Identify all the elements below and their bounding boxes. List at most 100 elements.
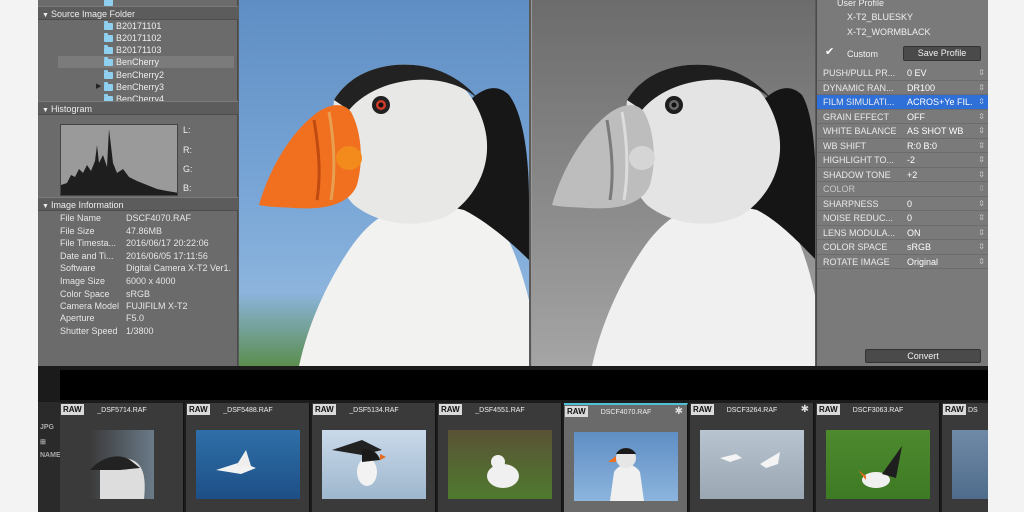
section-title: Image Information xyxy=(50,200,124,210)
name-toggle[interactable]: NAME xyxy=(40,452,61,459)
folder-item[interactable]: B20171102 xyxy=(58,32,234,44)
thumbnail-image xyxy=(952,430,988,499)
param-name: DYNAMIC RAN... xyxy=(823,82,894,93)
source-folder-header[interactable]: ▼ Source Image Folder xyxy=(38,6,238,20)
thumbnail[interactable]: RAW DSCF3264.RAF ✱ xyxy=(690,403,814,512)
param-push-pull[interactable]: PUSH/PULL PR... 0 EV ⇳ xyxy=(817,66,988,81)
param-shadow-tone[interactable]: SHADOW TONE +2 ⇳ xyxy=(817,168,988,183)
folder-label: BenCherry xyxy=(116,57,160,67)
folder-item[interactable]: B20171101 xyxy=(58,20,234,32)
thumbnail-selected[interactable]: RAW DSCF4070.RAF ✱ xyxy=(564,403,688,512)
profile-item[interactable]: X-T2_WORMBLACK xyxy=(847,27,931,37)
thumbnail[interactable]: RAW _DSF5134.RAF xyxy=(312,403,436,512)
folder-label: B20171101 xyxy=(116,21,162,31)
star-icon[interactable]: ✱ xyxy=(801,404,809,415)
folder-item[interactable]: ▶ BenCherry3 xyxy=(58,81,234,93)
star-icon[interactable]: ✱ xyxy=(675,406,683,417)
user-profile-label: User Profile xyxy=(837,0,885,8)
param-name: COLOR xyxy=(823,184,856,194)
param-wb-shift[interactable]: WB SHIFT R:0 B:0 ⇳ xyxy=(817,139,988,154)
param-sharpness[interactable]: SHARPNESS 0 ⇳ xyxy=(817,197,988,212)
jpg-toggle[interactable]: JPG xyxy=(40,424,54,431)
info-key: Date and Ti... xyxy=(60,251,114,261)
info-value: 1/3800 xyxy=(126,326,154,336)
param-name: HIGHLIGHT TO... xyxy=(823,155,895,165)
param-name: COLOR SPACE xyxy=(823,242,888,252)
info-row: Shutter Speed 1/3800 xyxy=(60,325,236,337)
puffin-color-image xyxy=(259,64,529,366)
convert-button[interactable]: Convert xyxy=(865,349,981,363)
preview-converted[interactable] xyxy=(531,0,815,366)
param-lens-modulation[interactable]: LENS MODULA... ON ⇳ xyxy=(817,226,988,241)
param-color-space[interactable]: COLOR SPACE sRGB ⇳ xyxy=(817,240,988,255)
folder-label: BenCherry4 xyxy=(116,94,165,101)
thumbnail[interactable]: RAW _DSF4551.RAF xyxy=(438,403,562,512)
param-name: ROTATE IMAGE xyxy=(823,256,890,267)
thumbnail[interactable]: RAW DS xyxy=(942,403,988,512)
stepper-icon[interactable]: ⇳ xyxy=(978,197,985,212)
info-key: File Name xyxy=(60,213,102,223)
stepper-icon[interactable]: ⇳ xyxy=(978,110,985,125)
param-value: R:0 B:0 xyxy=(907,140,938,151)
info-key: Color Space xyxy=(60,289,110,299)
folder-icon xyxy=(104,70,113,79)
stepper-icon[interactable]: ⇳ xyxy=(978,81,985,96)
image-info-header[interactable]: ▼ Image Information xyxy=(38,197,238,211)
stepper-icon[interactable]: ⇳ xyxy=(978,255,985,270)
param-dynamic-range[interactable]: DYNAMIC RAN... DR100 ⇳ xyxy=(817,81,988,96)
disclosure-right-icon[interactable]: ▶ xyxy=(96,81,101,93)
stepper-icon[interactable]: ⇳ xyxy=(978,168,985,183)
save-profile-button[interactable]: Save Profile xyxy=(903,46,981,61)
param-name: PUSH/PULL PR... xyxy=(823,68,896,78)
thumbnail-image xyxy=(196,430,300,499)
param-name: WB SHIFT xyxy=(823,140,866,151)
folder-item[interactable]: BenCherry2 xyxy=(58,69,234,81)
folder-item[interactable]: BenCherry4 xyxy=(58,93,234,101)
folder-item-selected[interactable]: BenCherry xyxy=(58,56,234,68)
info-value: 2016/06/17 20:22:06 xyxy=(126,238,209,248)
thumbnail-filename: _DSF5134.RAF xyxy=(349,407,399,414)
thumbnail-filename: _DSF4551.RAF xyxy=(475,407,525,414)
param-rotate-image[interactable]: ROTATE IMAGE Original ⇳ xyxy=(817,255,988,270)
param-name: FILM SIMULATI... xyxy=(823,97,895,107)
histogram-header[interactable]: ▼ Histogram xyxy=(38,101,238,115)
param-color: COLOR ⇳ xyxy=(817,182,988,197)
stepper-icon[interactable]: ⇳ xyxy=(978,211,985,226)
param-name: LENS MODULA... xyxy=(823,227,896,238)
folder-icon xyxy=(104,21,113,30)
raw-badge: RAW xyxy=(943,404,966,415)
checkmark-icon: ✔ xyxy=(825,46,835,58)
stepper-icon[interactable]: ⇳ xyxy=(978,226,985,241)
param-film-simulation[interactable]: FILM SIMULATI... ACROS+Ye FIL... ⇳ xyxy=(817,95,988,110)
param-value: DR100 xyxy=(907,82,936,93)
info-value: DSCF4070.RAF xyxy=(126,213,192,223)
folder-item[interactable]: B20171103 xyxy=(58,44,234,56)
profile-item[interactable]: X-T2_BLUESKY xyxy=(847,12,913,22)
param-noise-reduction[interactable]: NOISE REDUC... 0 ⇳ xyxy=(817,211,988,226)
stepper-icon[interactable]: ⇳ xyxy=(978,124,985,139)
thumbnail[interactable]: RAW _DSF5714.RAF xyxy=(60,403,184,512)
stepper-icon[interactable]: ⇳ xyxy=(978,139,985,154)
thumbnail-image xyxy=(448,430,552,499)
folder-icon xyxy=(104,82,113,91)
param-white-balance[interactable]: WHITE BALANCE AS SHOT WB ⇳ xyxy=(817,124,988,139)
stepper-icon[interactable]: ⇳ xyxy=(978,153,985,168)
stepper-icon[interactable]: ⇳ xyxy=(978,95,985,110)
param-value: 0 xyxy=(907,213,913,223)
info-key: File Timesta... xyxy=(60,238,117,248)
stepper-icon[interactable]: ⇳ xyxy=(978,240,985,255)
preview-original[interactable] xyxy=(239,0,529,366)
param-highlight-tone[interactable]: HIGHLIGHT TO... -2 ⇳ xyxy=(817,153,988,168)
histogram-r-label: R: xyxy=(183,145,192,155)
thumbnail[interactable]: RAW _DSF5488.RAF xyxy=(186,403,310,512)
param-name: NOISE REDUC... xyxy=(823,213,894,223)
param-grain-effect[interactable]: GRAIN EFFECT OFF ⇳ xyxy=(817,110,988,125)
grid-icon[interactable]: ⊞ xyxy=(40,438,46,446)
info-row: Date and Ti... 2016/06/05 17:11:56 xyxy=(60,250,236,262)
stepper-icon[interactable]: ⇳ xyxy=(978,66,985,81)
thumbnail[interactable]: RAW DSCF3063.RAF xyxy=(816,403,940,512)
thumbnail-image xyxy=(574,432,678,501)
custom-profile-label[interactable]: Custom xyxy=(847,49,878,59)
thumbnail-filename: DSCF3264.RAF xyxy=(726,407,778,414)
thumbnail-filename: DSCF3063.RAF xyxy=(852,407,904,414)
